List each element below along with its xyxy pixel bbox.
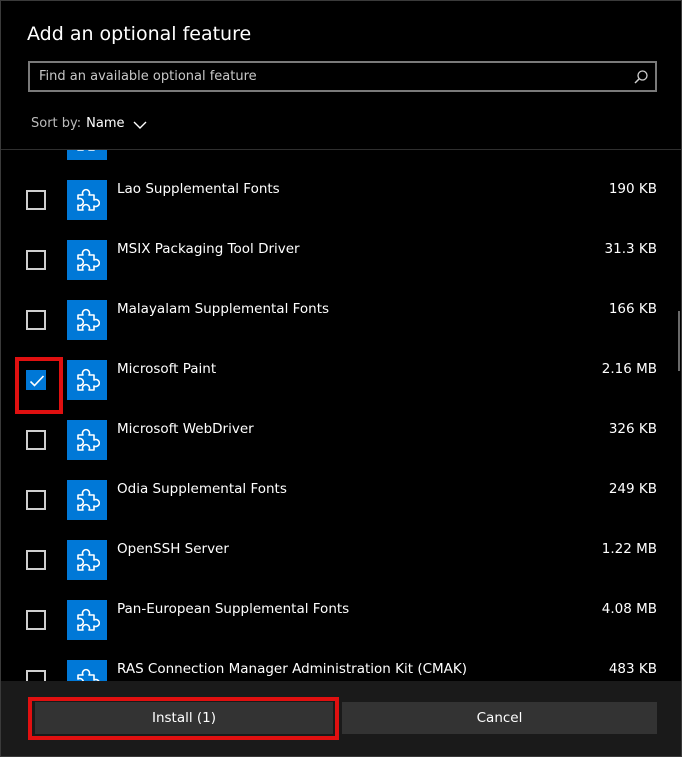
feature-list[interactable]: Lao Supplemental Fonts 190 KB MSIX Packa… <box>1 150 681 681</box>
feature-size: 1.22 MB <box>601 541 657 557</box>
annotation-highlight-checkbox <box>15 357 63 414</box>
sort-label: Sort by: <box>31 116 82 131</box>
puzzle-piece-icon <box>67 180 107 220</box>
puzzle-piece-icon <box>67 480 107 520</box>
feature-name: Microsoft WebDriver <box>117 421 254 437</box>
feature-size: 483 KB <box>608 661 657 677</box>
feature-checkbox[interactable] <box>26 310 46 330</box>
feature-checkbox[interactable] <box>26 670 46 681</box>
feature-size: 4.08 MB <box>601 601 657 617</box>
scrollbar-thumb[interactable] <box>678 311 680 371</box>
list-item[interactable] <box>1 150 681 165</box>
feature-size: 2.16 MB <box>601 361 657 377</box>
feature-checkbox[interactable] <box>26 190 46 210</box>
cancel-button[interactable]: Cancel <box>342 702 657 734</box>
puzzle-piece-icon <box>67 420 107 460</box>
feature-name: Lao Supplemental Fonts <box>117 181 280 197</box>
puzzle-piece-icon <box>67 600 107 640</box>
list-item[interactable]: Odia Supplemental Fonts 249 KB <box>1 465 681 525</box>
list-item[interactable]: MSIX Packaging Tool Driver 31.3 KB <box>1 225 681 285</box>
chevron-down-icon <box>133 119 147 129</box>
feature-name: MSIX Packaging Tool Driver <box>117 241 300 257</box>
feature-name: Malayalam Supplemental Fonts <box>117 301 330 317</box>
feature-checkbox[interactable] <box>26 610 46 630</box>
sort-value: Name <box>86 116 125 131</box>
list-item[interactable]: RAS Connection Manager Administration Ki… <box>1 645 681 681</box>
puzzle-piece-icon <box>67 360 107 400</box>
feature-name: Microsoft Paint <box>117 361 217 377</box>
puzzle-piece-icon <box>67 150 107 160</box>
search-input[interactable] <box>28 61 657 92</box>
feature-size: 326 KB <box>608 421 657 437</box>
feature-name: Odia Supplemental Fonts <box>117 481 287 497</box>
puzzle-piece-icon <box>67 540 107 580</box>
list-item[interactable]: Malayalam Supplemental Fonts 166 KB <box>1 285 681 345</box>
puzzle-piece-icon <box>67 240 107 280</box>
feature-checkbox[interactable] <box>26 430 46 450</box>
add-optional-feature-dialog: Add an optional feature Sort by: Name <box>0 0 682 757</box>
feature-name: Pan-European Supplemental Fonts <box>117 601 350 617</box>
puzzle-piece-icon <box>67 300 107 340</box>
feature-size: 31.3 KB <box>604 241 657 257</box>
feature-size: 166 KB <box>608 301 657 317</box>
feature-name: RAS Connection Manager Administration Ki… <box>117 661 468 677</box>
feature-checkbox[interactable] <box>26 490 46 510</box>
list-item[interactable]: OpenSSH Server 1.22 MB <box>1 525 681 585</box>
list-item[interactable]: Microsoft WebDriver 326 KB <box>1 405 681 465</box>
feature-checkbox[interactable] <box>26 250 46 270</box>
puzzle-piece-icon <box>67 660 107 681</box>
sort-by-dropdown[interactable]: Sort by: Name <box>31 116 147 131</box>
dialog-title: Add an optional feature <box>27 23 252 45</box>
feature-size: 249 KB <box>608 481 657 497</box>
annotation-highlight-install <box>28 697 339 740</box>
list-item[interactable]: Microsoft Paint 2.16 MB <box>1 345 681 405</box>
list-item[interactable]: Pan-European Supplemental Fonts 4.08 MB <box>1 585 681 645</box>
feature-checkbox[interactable] <box>26 550 46 570</box>
feature-size: 190 KB <box>608 181 657 197</box>
list-item[interactable]: Lao Supplemental Fonts 190 KB <box>1 165 681 225</box>
feature-name: OpenSSH Server <box>117 541 229 557</box>
search-icon[interactable] <box>633 69 649 85</box>
